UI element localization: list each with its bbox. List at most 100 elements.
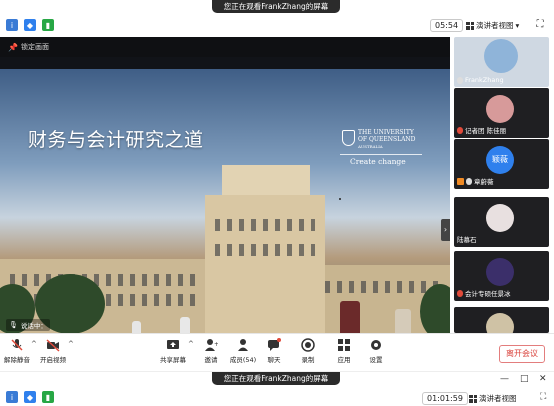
info-icon[interactable]: i xyxy=(6,391,18,403)
video-off-icon xyxy=(46,339,60,352)
participant-caption: 章蔚薇 xyxy=(457,176,494,186)
video-button[interactable]: 开启视频 xyxy=(38,338,68,364)
uq-logo: THE UNIVERSITY OF QUEENSLAND AUSTRALIA C… xyxy=(340,129,422,166)
svg-text:+: + xyxy=(214,341,218,348)
mute-button[interactable]: 解除静音 xyxy=(2,338,32,364)
participant-panel: FrankZhang 记者团 陈佳丽 颖薇 章蔚薇 陆慕石 会计专硕任景冰 xyxy=(451,37,554,333)
info-icon[interactable]: i xyxy=(6,19,18,31)
share-banner: 您正在观看FrankZhang的屏幕 xyxy=(212,372,340,385)
members-label: 成员(54) xyxy=(229,356,257,364)
share-screen-icon xyxy=(167,340,179,349)
microphone-icon xyxy=(466,177,472,185)
window-row xyxy=(215,219,315,231)
invite-label: 邀请 xyxy=(204,356,218,364)
focus-lock-label: 锁定画面 xyxy=(20,43,49,51)
mute-label: 解除静音 xyxy=(4,356,30,364)
participant-name: 记者团 陈佳丽 xyxy=(465,127,507,135)
window-row xyxy=(215,244,315,256)
focus-lock[interactable]: 📌 锁定画面 xyxy=(8,42,49,52)
avatar xyxy=(486,258,514,286)
members-icon xyxy=(238,339,248,351)
mini-bar: i ◆ ▮ 您正在观看FrankZhang的屏幕 — □ ✕ 01:01:59 … xyxy=(0,371,554,406)
participant-caption: 会计专硕任景冰 xyxy=(457,288,511,298)
apps-icon xyxy=(338,339,350,351)
view-mode-label: 演讲者视图 xyxy=(479,394,517,403)
building-tower xyxy=(205,195,325,333)
share-banner: 您正在观看FrankZhang的屏幕 xyxy=(212,0,340,13)
chevron-up-icon[interactable]: ^ xyxy=(188,340,194,348)
avatar: 颖薇 xyxy=(486,146,514,174)
chevron-down-icon: ▾ xyxy=(515,21,520,30)
apps-button[interactable]: 应用 xyxy=(329,338,359,364)
participant-tile[interactable]: 会计专硕任景冰 xyxy=(454,251,549,301)
mic-muted-icon xyxy=(457,126,463,134)
meeting-window: i ◆ ▮ 您正在观看FrankZhang的屏幕 05:54 演讲者视图 ▾ ⛶… xyxy=(0,0,554,406)
members-button[interactable]: 成员(54) xyxy=(228,338,258,364)
participant-caption: 陆慕石 xyxy=(457,234,477,244)
speaking-label: 说话中： xyxy=(20,322,47,330)
participant-name: 陆慕石 xyxy=(457,236,477,244)
fullscreen-icon[interactable]: ⛶ xyxy=(540,392,546,402)
participant-tile[interactable] xyxy=(454,307,549,333)
slide-title: 财务与会计研究之道 xyxy=(28,129,204,151)
uq-crest-icon xyxy=(342,130,355,146)
microphone-icon: 🎙 xyxy=(9,321,18,329)
uq-name-line3: AUSTRALIA xyxy=(358,144,383,149)
record-icon xyxy=(301,338,315,352)
leave-meeting-button[interactable]: 离开会议 xyxy=(499,345,545,363)
view-mode-button[interactable]: 演讲者视图 ▾ xyxy=(462,19,523,32)
security-shield-icon[interactable]: ◆ xyxy=(24,391,36,403)
chat-icon xyxy=(268,338,281,351)
presentation-slide: 财务与会计研究之道 THE UNIVERSITY OF QUEENSLAND A… xyxy=(0,69,450,333)
share-screen-button[interactable]: 共享屏幕 xyxy=(158,338,188,364)
participant-name: 会计专硕任景冰 xyxy=(465,290,511,298)
meeting-toolbar: 解除静音 ^ 开启视频 ^ 共享屏幕 ^ + 邀请 成员(54) 聊天 录制 应… xyxy=(0,333,554,371)
invite-button[interactable]: + 邀请 xyxy=(196,338,226,364)
speaking-indicator: 🎙 说话中： xyxy=(6,319,50,331)
settings-button[interactable]: 设置 xyxy=(361,338,391,364)
record-label: 录制 xyxy=(301,356,315,364)
gear-icon xyxy=(371,340,381,350)
person xyxy=(132,321,141,333)
participant-tile[interactable]: 陆慕石 xyxy=(454,197,549,247)
host-badge-icon xyxy=(457,177,464,185)
apps-label: 应用 xyxy=(337,356,351,364)
shared-screen: 📌 锁定画面 财务与会计研究之道 THE UNIVERSITY OF QUEEN… xyxy=(0,37,450,333)
person xyxy=(340,301,360,333)
chevron-up-icon[interactable]: ^ xyxy=(31,340,37,348)
window-row xyxy=(10,274,200,286)
participant-tile-frankzhang[interactable]: FrankZhang xyxy=(454,37,549,87)
close-icon[interactable]: ✕ xyxy=(539,374,547,384)
maximize-icon[interactable]: □ xyxy=(520,374,529,384)
person xyxy=(395,309,411,333)
minimize-icon[interactable]: — xyxy=(500,374,509,384)
participant-tile[interactable]: 颖薇 章蔚薇 xyxy=(454,139,549,189)
collapse-panel-button[interactable]: › xyxy=(441,219,450,241)
cursor-dot xyxy=(339,198,341,200)
view-mode-label: 演讲者视图 xyxy=(476,21,514,30)
uq-name-line2: OF QUEENSLAND xyxy=(358,136,416,143)
microphone-icon xyxy=(457,76,463,84)
participant-caption: FrankZhang xyxy=(457,76,504,84)
mic-muted-icon xyxy=(11,339,23,351)
avatar xyxy=(486,313,514,333)
meeting-timer: 05:54 xyxy=(430,19,464,32)
signal-icon[interactable]: ▮ xyxy=(42,391,54,403)
participant-name: FrankZhang xyxy=(465,76,504,84)
avatar xyxy=(486,95,514,123)
fullscreen-icon[interactable]: ⛶ xyxy=(534,19,546,31)
participant-caption: 记者团 陈佳丽 xyxy=(457,125,506,135)
view-mode-button[interactable]: 演讲者视图 xyxy=(469,392,517,405)
invite-icon: + xyxy=(205,339,218,351)
chat-button[interactable]: 聊天 xyxy=(259,338,289,364)
status-icons: i ◆ ▮ xyxy=(6,19,54,31)
security-shield-icon[interactable]: ◆ xyxy=(24,19,36,31)
grid-view-icon xyxy=(466,21,474,30)
avatar xyxy=(486,204,514,232)
participant-tile[interactable]: 记者团 陈佳丽 xyxy=(454,88,549,138)
person xyxy=(180,317,190,333)
participant-name: 章蔚薇 xyxy=(474,178,494,186)
record-button[interactable]: 录制 xyxy=(293,338,323,364)
chevron-up-icon[interactable]: ^ xyxy=(68,340,74,348)
signal-icon[interactable]: ▮ xyxy=(42,19,54,31)
